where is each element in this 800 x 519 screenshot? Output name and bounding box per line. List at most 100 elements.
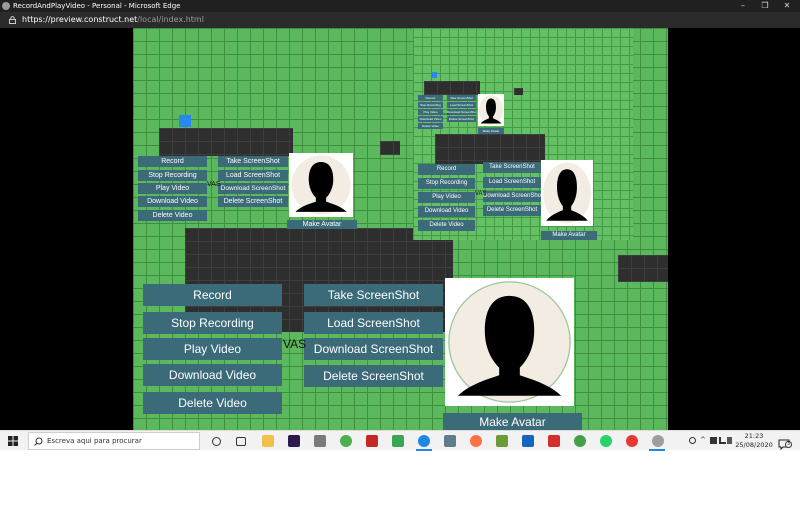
mid-play-video-button[interactable]: Play Video [138,183,207,194]
chrome-icon[interactable] [340,435,352,447]
dropbox-icon[interactable] [710,437,717,444]
game-app-icon[interactable] [314,435,326,447]
filezilla-icon[interactable] [366,435,378,447]
small-download-screenshot-button[interactable]: Download ScreenShot [447,109,476,115]
game-canvas: Record Stop Recording Play Video Downloa… [133,28,668,430]
file-explorer-icon[interactable] [262,435,274,447]
mid-stop-recording-button[interactable]: Stop Recording [138,170,207,181]
active-app-indicator [416,449,432,451]
blue-marker-icon[interactable] [179,115,191,127]
small-avatar-icon [478,94,504,126]
mid-make-avatar-button[interactable]: Make Avatar [287,220,357,229]
medium-delete-screenshot-button[interactable]: Delete ScreenShot [483,205,541,216]
inkscape-icon[interactable] [522,435,534,447]
small-delete-screenshot-button[interactable]: Delete ScreenShot [447,116,476,122]
small-delete-video-button[interactable]: Delete Video [418,123,443,129]
dark-block [380,141,400,155]
dark-block [435,134,545,164]
mid-take-screenshot-button[interactable]: Take ScreenShot [218,156,288,167]
search-icon [34,437,43,446]
mid-delete-screenshot-button[interactable]: Delete ScreenShot [218,196,288,207]
dark-block [618,255,668,282]
small-make-avatar-button[interactable]: Make Avatar [478,128,504,134]
close-icon[interactable]: ✕ [776,0,798,12]
mid-record-button[interactable]: Record [138,156,207,167]
medium-download-screenshot-button[interactable]: Download ScreenShot [483,191,541,202]
take-screenshot-button[interactable]: Take ScreenShot [304,284,443,306]
medium-delete-video-button[interactable]: Delete Video [418,220,475,231]
after-effects-icon[interactable] [288,435,300,447]
maximize-icon[interactable]: ❐ [754,0,776,12]
chevron-up-icon[interactable]: ^ [700,437,707,444]
small-stop-recording-button[interactable]: Stop Recording [418,102,443,108]
mid-panel-caption: VAS [207,181,221,188]
mid-load-screenshot-button[interactable]: Load ScreenShot [218,170,288,181]
calculator-icon[interactable] [444,435,456,447]
small-take-screenshot-button[interactable]: Take ScreenShot [447,95,476,101]
small-record-button[interactable]: Record [418,95,443,101]
small-download-video-button[interactable]: Download Video [418,116,443,122]
task-view-icon[interactable] [236,437,246,446]
mid-download-video-button[interactable]: Download Video [138,196,207,207]
mid-avatar-icon [289,153,353,217]
edge-icon[interactable] [418,435,430,447]
url-path: /local/index.html [137,15,204,24]
clock-date: 25/08/2020 [735,440,773,449]
windows-start-icon[interactable] [8,436,18,446]
medium-stop-recording-button[interactable]: Stop Recording [418,178,475,189]
dark-block [514,88,523,95]
delete-video-button[interactable]: Delete Video [143,392,282,414]
download-screenshot-button[interactable]: Download ScreenShot [304,338,443,360]
address-bar[interactable]: https://preview.construct.net/local/inde… [0,12,800,28]
windows-taskbar: Escreva aqui para procurar ^ 21:23 25/08… [0,430,800,451]
minimize-icon[interactable]: – [732,0,754,12]
opera-icon[interactable] [626,435,638,447]
dark-block [424,81,480,95]
network-icon[interactable] [719,437,726,444]
medium-record-button[interactable]: Record [418,164,475,175]
notification-count: 3 [785,441,792,448]
large-avatar-icon [445,278,574,406]
lock-icon [9,16,16,24]
blue-marker-icon[interactable] [432,72,437,78]
medium-play-video-button[interactable]: Play Video [418,192,475,203]
people-icon[interactable] [689,437,696,444]
mid-delete-video-button[interactable]: Delete Video [138,210,207,221]
settings-icon[interactable] [652,435,664,447]
url-host: https://preview.construct.net [22,15,138,24]
browser-viewport: Record Stop Recording Play Video Downloa… [0,28,800,430]
notification-center-icon[interactable]: 3 [778,435,792,451]
large-panel-caption: VAS [283,337,307,351]
camtasia-icon[interactable] [392,435,404,447]
mid-download-screenshot-button[interactable]: Download ScreenShot [218,183,288,194]
greenshot-icon[interactable] [574,435,586,447]
play-video-button[interactable]: Play Video [143,338,282,360]
app-icon [2,2,10,10]
load-screenshot-button[interactable]: Load ScreenShot [304,312,443,334]
active-app-indicator [649,449,665,451]
minecraft-icon[interactable] [496,435,508,447]
firefox-icon[interactable] [470,435,482,447]
volume-icon[interactable] [727,437,732,444]
taskbar-search-box[interactable]: Escreva aqui para procurar [28,432,200,450]
medium-download-video-button[interactable]: Download Video [418,206,475,217]
taskbar-clock[interactable]: 21:23 25/08/2020 [734,432,774,449]
delete-screenshot-button[interactable]: Delete ScreenShot [304,365,443,387]
medium-panel-caption: VAS [475,191,487,197]
dark-block [159,128,293,156]
medium-take-screenshot-button[interactable]: Take ScreenShot [483,162,541,173]
stop-recording-button[interactable]: Stop Recording [143,312,282,334]
record-button[interactable]: Record [143,284,282,306]
whatsapp-icon[interactable] [600,435,612,447]
medium-load-screenshot-button[interactable]: Load ScreenShot [483,177,541,188]
clock-time: 21:23 [744,432,764,440]
make-avatar-button[interactable]: Make Avatar [443,413,582,430]
medium-avatar-icon [541,160,593,226]
small-load-screenshot-button[interactable]: Load ScreenShot [447,102,476,108]
medium-make-avatar-button[interactable]: Make Avatar [541,231,597,240]
download-video-button[interactable]: Download Video [143,364,282,386]
cortana-icon[interactable] [212,437,221,446]
url-text[interactable]: https://preview.construct.net/local/inde… [22,12,204,28]
red-app-icon[interactable] [548,435,560,447]
small-play-video-button[interactable]: Play Video [418,109,443,115]
